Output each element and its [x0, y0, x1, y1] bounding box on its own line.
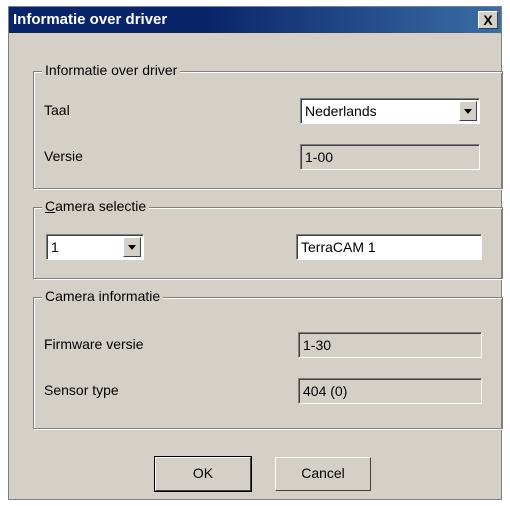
camera-select-group: Camera selectie 1 TerraCAM 1: [33, 198, 503, 279]
title-bar[interactable]: Informatie over driver X: [9, 7, 501, 33]
close-button[interactable]: X: [478, 11, 498, 29]
camera-info-group: Camera informatie Firmware versie 1-30 S…: [33, 288, 503, 429]
versie-label: Versie: [44, 148, 83, 164]
firmware-label: Firmware versie: [44, 336, 144, 352]
sensor-label: Sensor type: [44, 382, 119, 398]
firmware-field: 1-30: [298, 332, 482, 358]
camera-info-legend: Camera informatie: [42, 288, 164, 304]
camera-index-dropdown[interactable]: 1: [46, 234, 144, 260]
driver-info-legend: Informatie over driver: [42, 62, 181, 78]
sensor-field: 404 (0): [298, 378, 482, 404]
close-icon: X: [483, 12, 493, 28]
cancel-button[interactable]: Cancel: [275, 457, 371, 491]
chevron-down-icon[interactable]: [459, 101, 477, 121]
camera-select-legend: Camera selectie: [42, 198, 150, 214]
camera-index-value: 1: [51, 239, 59, 255]
taal-value: Nederlands: [305, 103, 377, 119]
driver-info-group: Informatie over driver Taal Nederlands V…: [33, 62, 503, 189]
camera-name-field[interactable]: TerraCAM 1: [296, 234, 482, 260]
ok-button[interactable]: OK: [154, 456, 252, 492]
dialog-window: Informatie over driver X Informatie over…: [8, 6, 503, 500]
taal-dropdown[interactable]: Nederlands: [300, 98, 480, 124]
taal-label: Taal: [44, 102, 70, 118]
window-title: Informatie over driver: [13, 11, 168, 28]
chevron-down-icon[interactable]: [123, 237, 141, 257]
versie-field: 1-00: [300, 144, 480, 170]
